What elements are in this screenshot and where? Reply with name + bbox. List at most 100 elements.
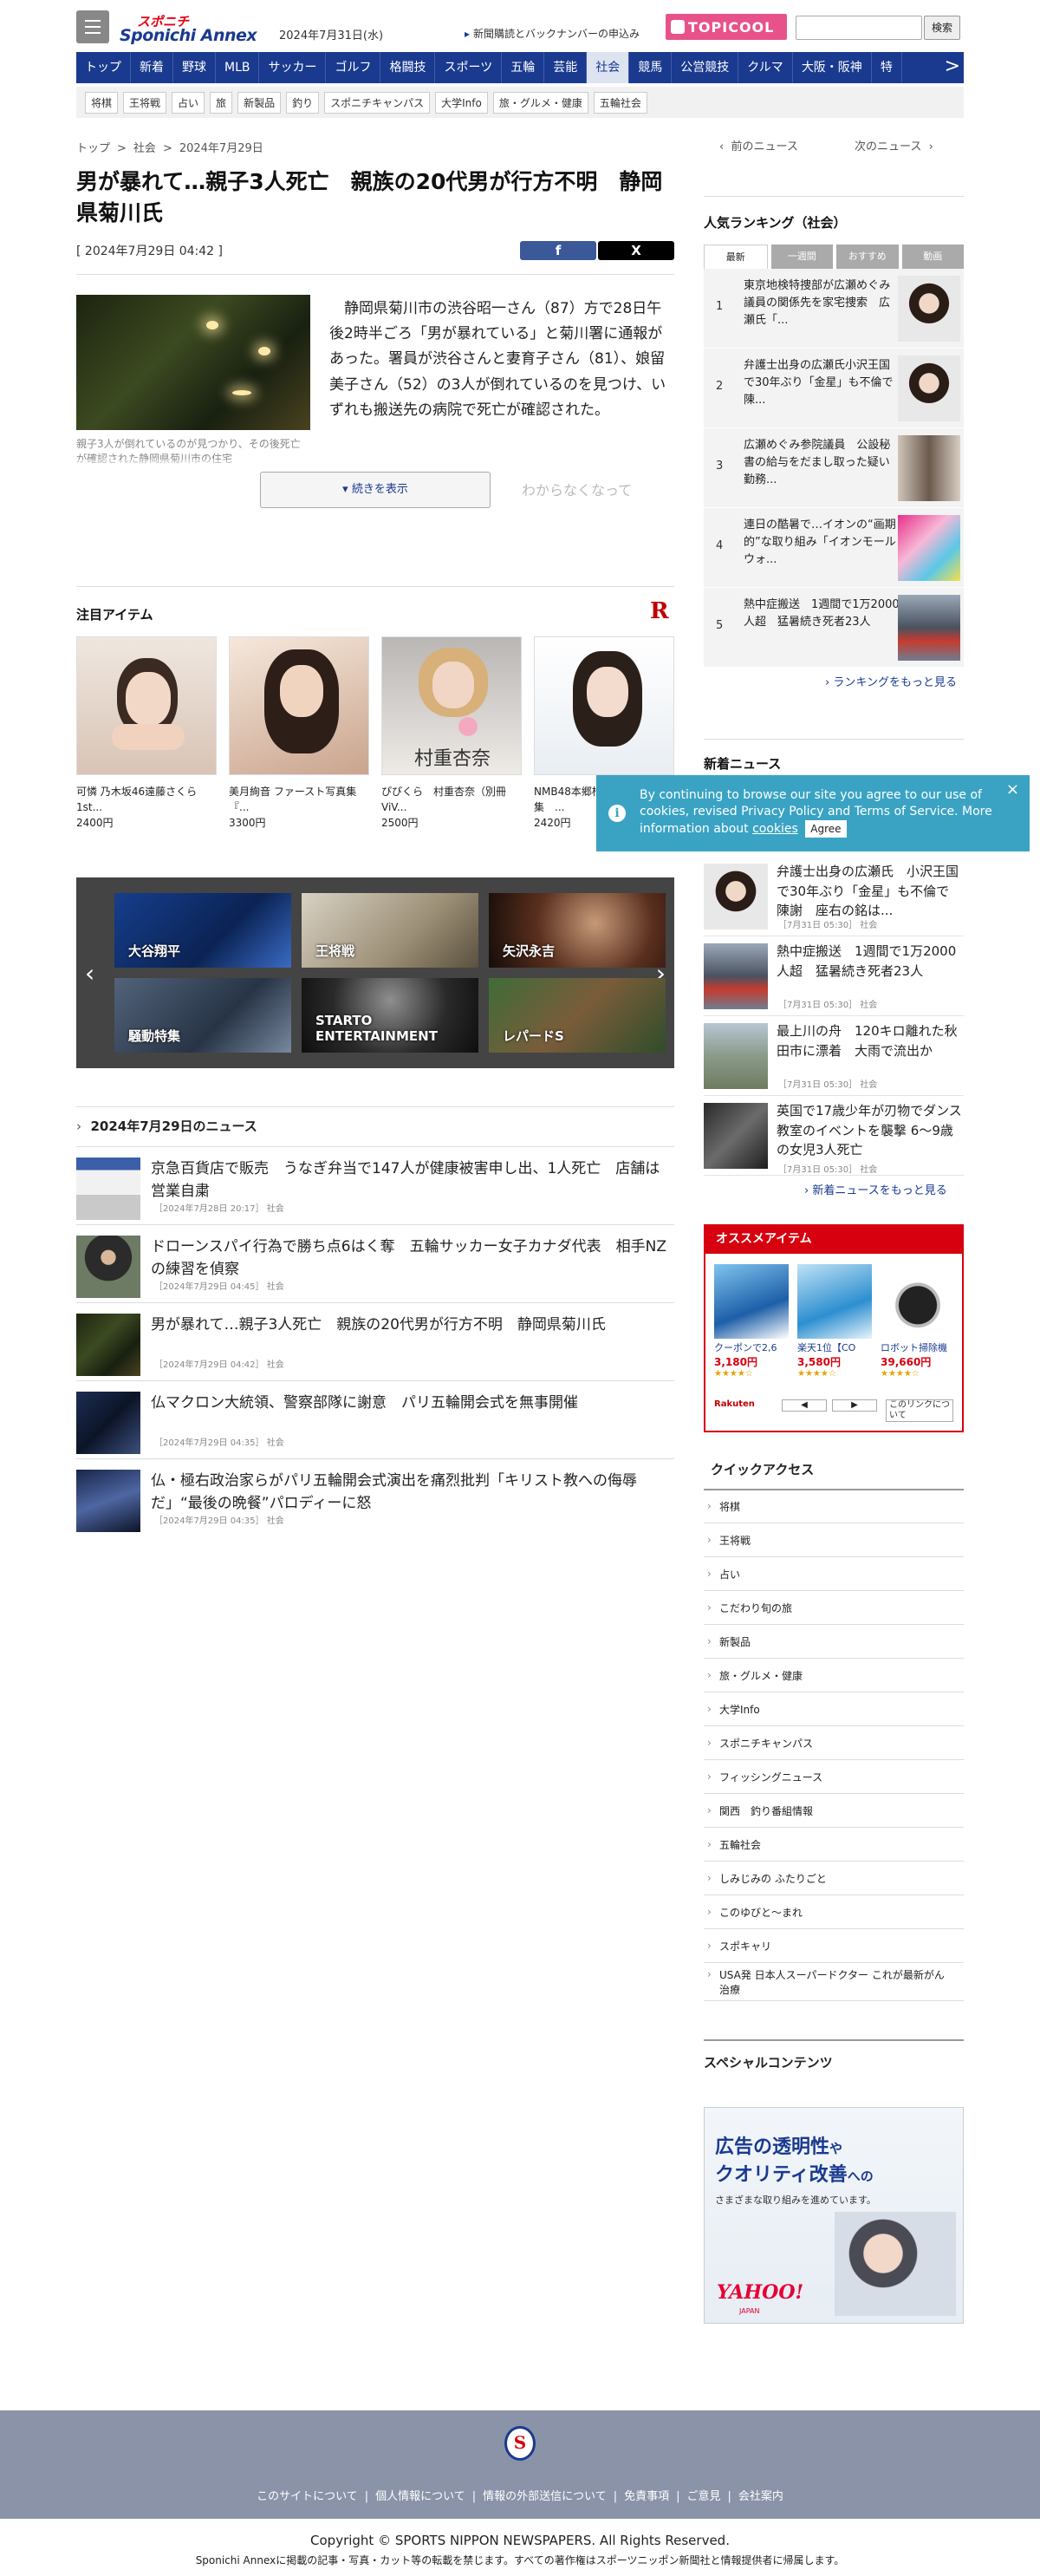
new-news-item[interactable]: 最上川の舟 120キロ離れた秋田市に漂着 大雨で流出か ［7月31日 05:30…	[704, 1016, 964, 1096]
quick-access-item[interactable]: › このゆびと～まれ	[704, 1895, 964, 1929]
quick-access-item[interactable]: › 大学Info	[704, 1692, 964, 1726]
quick-access-item[interactable]: › フィッシングニュース	[704, 1760, 964, 1794]
quick-access-item[interactable]: › スポキャリ	[704, 1929, 964, 1963]
news-list-item[interactable]: 京急百貨店で販売 うなぎ弁当で147人が健康被害申し出、1人死亡 店舗は営業自粛…	[76, 1146, 674, 1224]
next-button[interactable]: ▶	[832, 1399, 877, 1412]
recommended-item[interactable]: 楽天1位【CO 3,580円 ★★★★☆	[797, 1264, 872, 1379]
nav-item[interactable]: サッカー	[259, 52, 327, 83]
carousel-tile[interactable]: STARTO ENTERTAINMENT	[302, 978, 478, 1053]
nav-item[interactable]: 新着	[131, 52, 173, 83]
search-button[interactable]: 検索	[924, 16, 960, 40]
footer-link[interactable]: 免責事項	[624, 2490, 669, 2503]
nav-item[interactable]: 大阪・阪神	[793, 52, 872, 83]
quick-access-item[interactable]: › 関西 釣り番組情報	[704, 1794, 964, 1828]
nav-item[interactable]: 公営競技	[672, 52, 739, 83]
next-news-link[interactable]: 次のニュース ›	[855, 137, 933, 153]
nav-item[interactable]: 五輪	[502, 52, 545, 83]
tab-week[interactable]: 一週間	[770, 245, 833, 269]
read-more-button[interactable]: ▾ 続きを表示	[260, 472, 491, 508]
quick-access-item[interactable]: › USA発 日本人スーパードクター これが最新がん治療	[704, 1963, 964, 2001]
ranking-more-link[interactable]: › ランキングをもっと見る	[825, 673, 957, 689]
prev-news-link[interactable]: ‹ 前のニュース	[719, 137, 798, 153]
about-link[interactable]: このリンクについて	[886, 1399, 953, 1422]
chevron-left-icon[interactable]: ‹	[85, 959, 94, 988]
nav-item[interactable]: クルマ	[738, 52, 793, 83]
quick-access-item[interactable]: › 占い	[704, 1557, 964, 1591]
footer-link[interactable]: ご意見	[687, 2490, 721, 2503]
nav-item[interactable]: 格闘技	[380, 52, 436, 83]
quick-access-item[interactable]: › しみじみの ふたりごと	[704, 1862, 964, 1895]
subnav-item[interactable]: 釣り	[286, 91, 320, 114]
recommended-item[interactable]: クーポンで2,6 3,180円 ★★★★☆	[714, 1264, 789, 1379]
new-news-item[interactable]: 英国で17歳少年が刃物でダンス教室のイベントを襲撃 6～9歳の女児3人死亡 ［7…	[704, 1096, 964, 1176]
facebook-share-button[interactable]: f	[520, 241, 596, 260]
featured-item[interactable]: 可憐 乃木坂46遠藤さくら1st... 2400円	[76, 636, 217, 830]
ranking-item[interactable]: 1 東京地検特捜部が広瀬めぐみ議員の関係先を家宅捜索 広瀬氏「...	[704, 269, 964, 349]
news-list-item[interactable]: 仏マクロン大統領、警察部隊に謝意 パリ五輪開会式を無事開催 ［2024年7月29…	[76, 1380, 674, 1458]
carousel-tile[interactable]: 王将戦	[302, 893, 478, 968]
carousel-tile[interactable]: 騒動特集	[114, 978, 291, 1053]
ranking-item[interactable]: 3 広瀬めぐみ参院議員 公設秘書の給与をだまし取った疑い 勤務...	[704, 428, 964, 508]
prev-button[interactable]: ◀	[782, 1399, 827, 1412]
subnav-item[interactable]: 王将戦	[123, 91, 167, 114]
footer-link[interactable]: 個人情報について	[375, 2490, 465, 2503]
footer-link[interactable]: 会社案内	[738, 2490, 783, 2503]
nav-item[interactable]: トップ	[76, 52, 131, 83]
news-list-item[interactable]: 仏・極右政治家らがパリ五輪開会式演出を痛烈批判「キリスト教への侮辱だ」“最後の晩…	[76, 1458, 674, 1536]
yahoo-ad-banner[interactable]: 広告の透明性や クオリティ改善への さまざまな取り組みを進めています。 YAHO…	[704, 2107, 964, 2324]
quick-access-item[interactable]: › こだわり旬の旅	[704, 1591, 964, 1625]
carousel-tile[interactable]: レパードS	[489, 978, 666, 1053]
x-share-button[interactable]: X	[598, 241, 674, 260]
nav-item[interactable]: 社会	[587, 52, 630, 83]
quick-access-item[interactable]: › 将棋	[704, 1490, 964, 1523]
site-logo[interactable]: スポニチ Sponichi Annex	[118, 14, 265, 45]
recommended-item[interactable]: ロボット掃除機 39,660円 ★★★★☆	[881, 1264, 955, 1379]
subnav-item[interactable]: 新製品	[237, 91, 282, 114]
quick-access-item[interactable]: › 旅・グルメ・健康	[704, 1659, 964, 1692]
nav-item[interactable]: スポーツ	[435, 52, 503, 83]
footer-link[interactable]: このサイトについて	[257, 2490, 358, 2503]
news-list-item[interactable]: ドローンスパイ行為で勝ち点6はく奪 五輪サッカー女子カナダ代表 相手NZの練習を…	[76, 1224, 674, 1302]
topicool-banner[interactable]: TOPICOOL	[666, 14, 787, 40]
new-news-item[interactable]: 熱中症搬送 1週間で1万2000人超 猛暑続き死者23人 ［7月31日 05:3…	[704, 936, 964, 1016]
subnav-item[interactable]: 旅	[210, 91, 233, 114]
featured-item[interactable]: 村重杏奈 ぴぴくら 村重杏奈（別冊ViV... 2500円	[381, 636, 522, 830]
quick-access-item[interactable]: › 新製品	[704, 1625, 964, 1659]
new-news-item[interactable]: 弁護士出身の広瀬氏 小沢王国で30年ぶり「金星」も不倫で陳謝 座右の銘は... …	[704, 857, 964, 936]
ranking-item[interactable]: 2 弁護士出身の広瀬氏小沢王国で30年ぶり「金星」も不倫で陳...	[704, 349, 964, 428]
ranking-item[interactable]: 4 連日の酷暑で…イオンの“画期的”な取り組み「イオンモールウォ...	[704, 508, 964, 588]
subnav-item[interactable]: 将棋	[85, 91, 119, 114]
close-icon[interactable]: ×	[1006, 780, 1019, 799]
subnav-item[interactable]: スポニチキャンパス	[324, 91, 431, 114]
quick-access-item[interactable]: › 五輪社会	[704, 1828, 964, 1862]
subscribe-link[interactable]: ▸ 新聞購読とバックナンバーの申込み	[465, 26, 640, 41]
carousel-tile[interactable]: 矢沢永吉	[489, 893, 666, 968]
subnav-item[interactable]: 五輪社会	[593, 91, 647, 114]
ranking-item[interactable]: 5 熱中症搬送 1週間で1万2000人超 猛暑続き死者23人	[704, 588, 964, 668]
tab-latest[interactable]: 最新	[704, 245, 768, 269]
subnav-item[interactable]: 占い	[172, 91, 205, 114]
featured-item[interactable]: 美月絢音 ファースト写真集『... 3300円	[229, 636, 369, 830]
search-input[interactable]	[796, 16, 922, 40]
quick-access-item[interactable]: › 王将戦	[704, 1523, 964, 1557]
tab-video[interactable]: 動画	[901, 245, 964, 269]
subnav-item[interactable]: 旅・グルメ・健康	[492, 91, 588, 114]
nav-item[interactable]: MLB	[216, 52, 260, 83]
new-news-more-link[interactable]: › 新着ニュースをもっと見る	[804, 1181, 947, 1197]
subnav-item[interactable]: 大学Info	[435, 91, 488, 114]
article-photo[interactable]	[76, 295, 310, 430]
nav-item[interactable]: 特	[872, 52, 902, 83]
breadcrumb-date[interactable]: 2024年7月29日	[179, 142, 263, 155]
footer-link[interactable]: 情報の外部送信について	[483, 2490, 607, 2503]
menu-button[interactable]	[76, 10, 109, 43]
nav-item[interactable]: 競馬	[629, 52, 673, 83]
nav-more-arrow[interactable]: >	[945, 52, 960, 82]
breadcrumb-category[interactable]: 社会	[133, 142, 156, 155]
quick-access-item[interactable]: › スポニチキャンパス	[704, 1726, 964, 1760]
nav-item[interactable]: 芸能	[544, 52, 588, 83]
news-list-item[interactable]: 男が暴れて…親子3人死亡 親族の20代男が行方不明 静岡県菊川氏 ［2024年7…	[76, 1302, 674, 1380]
cookie-agree-button[interactable]: Agree	[805, 819, 847, 838]
tab-recommended[interactable]: おすすめ	[836, 245, 899, 269]
breadcrumb-top[interactable]: トップ	[76, 142, 110, 155]
carousel-tile[interactable]: 大谷翔平	[114, 893, 291, 968]
